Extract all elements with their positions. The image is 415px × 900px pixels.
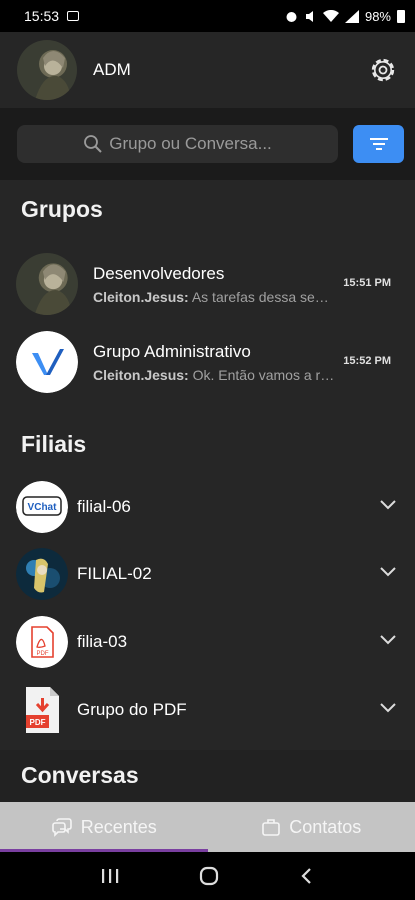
group-name: Desenvolvedores bbox=[93, 263, 225, 283]
message-text: As tarefas dessa semana bbox=[191, 288, 335, 305]
system-nav-bar bbox=[0, 852, 415, 900]
search-placeholder: Grupo ou Conversa... bbox=[109, 134, 272, 153]
branch-logo-text: VChat bbox=[28, 502, 58, 513]
branch-avatar bbox=[16, 548, 68, 600]
tab-contacts[interactable]: Contatos bbox=[208, 802, 415, 852]
filter-button[interactable] bbox=[353, 125, 404, 163]
branch-item[interactable]: PDF filia-03 bbox=[0, 613, 415, 671]
chevron-down-icon[interactable] bbox=[379, 634, 397, 646]
branch-avatar: VChat bbox=[16, 481, 68, 533]
chevron-down-icon[interactable] bbox=[379, 499, 397, 511]
user-avatar[interactable] bbox=[17, 40, 77, 100]
status-bar: 15:53 98% bbox=[0, 0, 415, 32]
conversations-title: Conversas bbox=[21, 762, 139, 788]
branch-name: filial-06 bbox=[77, 497, 131, 516]
user-name: ADM bbox=[93, 60, 131, 79]
branch-name: filia-03 bbox=[77, 632, 128, 651]
chat-bubbles-icon bbox=[51, 818, 72, 837]
tab-recent[interactable]: Recentes bbox=[0, 802, 208, 852]
pdf-icon-label: PDF bbox=[30, 718, 46, 727]
battery-percent: 98% bbox=[364, 8, 391, 24]
back-icon[interactable] bbox=[299, 867, 315, 885]
branch-name: Grupo do PDF bbox=[77, 700, 187, 719]
filter-icon bbox=[369, 138, 388, 150]
pdf-logo-text: PDF bbox=[37, 651, 49, 657]
contacts-icon bbox=[262, 819, 281, 836]
app-header: ADM bbox=[0, 32, 415, 108]
last-message-preview: Cleiton.Jesus: As tarefas dessa semana bbox=[93, 289, 335, 305]
settings-gear-icon[interactable] bbox=[368, 55, 398, 85]
branch-avatar: PDF bbox=[16, 616, 68, 668]
search-icon bbox=[84, 135, 102, 153]
pdf-file-icon: PDF bbox=[16, 684, 68, 736]
message-sender: Cleiton.Jesus: bbox=[93, 288, 189, 305]
branch-item[interactable]: PDF Grupo do PDF bbox=[0, 681, 415, 739]
search-input[interactable]: Grupo ou Conversa... bbox=[17, 125, 338, 163]
bottom-nav: Recentes Contatos bbox=[0, 802, 415, 852]
group-avatar bbox=[16, 331, 78, 393]
signal-icon bbox=[344, 9, 359, 23]
branch-item[interactable]: FILIAL-02 bbox=[0, 545, 415, 603]
tab-recent-label: Recentes bbox=[80, 816, 157, 837]
tab-contacts-label: Contatos bbox=[289, 816, 362, 837]
alarm-icon bbox=[286, 11, 297, 22]
wifi-icon bbox=[322, 9, 339, 22]
conversations-section: Conversas bbox=[0, 750, 415, 802]
status-time: 15:53 bbox=[24, 8, 60, 24]
search-row: Grupo ou Conversa... bbox=[0, 108, 415, 180]
message-sender: Cleiton.Jesus: bbox=[93, 366, 189, 383]
chat-list: Grupos Desenvolvedores Cleiton.Jesus: As… bbox=[0, 180, 415, 750]
groups-title: Grupos bbox=[21, 196, 103, 222]
group-item[interactable]: Grupo Administrativo Cleiton.Jesus: Ok. … bbox=[0, 329, 415, 395]
battery-icon bbox=[397, 9, 405, 23]
home-icon[interactable] bbox=[199, 866, 219, 886]
last-message-preview: Cleiton.Jesus: Ok. Então vamos a reunião bbox=[93, 367, 335, 383]
gallery-icon bbox=[67, 11, 80, 21]
group-name: Grupo Administrativo bbox=[93, 341, 251, 361]
group-item[interactable]: Desenvolvedores Cleiton.Jesus: As tarefa… bbox=[0, 251, 415, 317]
recent-apps-icon[interactable] bbox=[100, 867, 120, 885]
message-time: 15:51 PM bbox=[343, 277, 391, 289]
mute-icon bbox=[305, 10, 313, 22]
chevron-down-icon[interactable] bbox=[379, 566, 397, 578]
branch-name: FILIAL-02 bbox=[77, 564, 152, 583]
message-text: Ok. Então vamos a reunião bbox=[192, 366, 335, 383]
branch-item[interactable]: VChat filial-06 bbox=[0, 478, 415, 536]
chevron-down-icon[interactable] bbox=[379, 702, 397, 714]
message-time: 15:52 PM bbox=[343, 355, 391, 367]
branches-title: Filiais bbox=[21, 431, 87, 457]
group-avatar bbox=[16, 253, 78, 315]
